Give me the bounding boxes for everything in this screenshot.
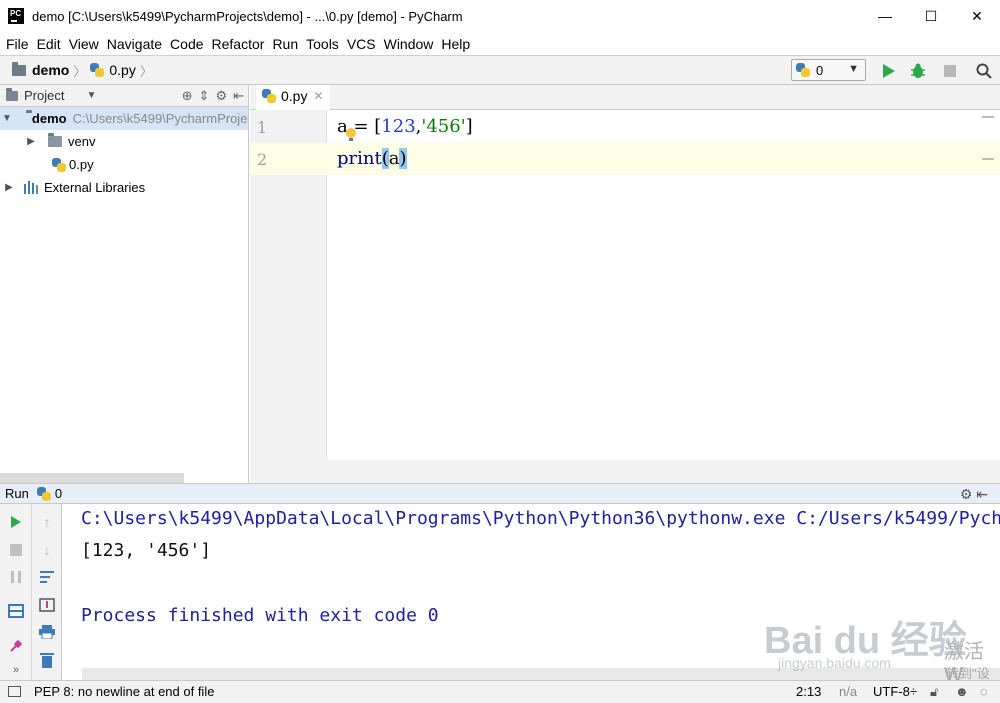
line-number: 2 bbox=[257, 150, 268, 169]
breadcrumb-project[interactable]: demo bbox=[12, 61, 69, 78]
status-bar: PEP 8: no newline at end of file 2:13 n/… bbox=[0, 680, 1000, 703]
lightbulb-icon[interactable] bbox=[345, 128, 356, 141]
editor-bottom-area bbox=[250, 460, 1000, 483]
run-toolbar-secondary: ↑ ↓ bbox=[32, 504, 62, 680]
chevron-right-icon: 〉 bbox=[73, 63, 87, 79]
tree-item-file[interactable]: 0.py bbox=[0, 153, 248, 176]
layout-icon[interactable] bbox=[6, 601, 26, 621]
library-icon bbox=[24, 181, 40, 194]
python-file-icon bbox=[52, 157, 66, 172]
inspector-icon[interactable]: ☻ bbox=[955, 684, 969, 699]
code-line-2[interactable]: print(a) bbox=[337, 148, 407, 169]
chevron-right-icon: 〉 bbox=[139, 63, 153, 79]
up-arrow-icon[interactable]: ↑ bbox=[37, 512, 57, 532]
tree-item-external-libraries[interactable]: ▶ External Libraries bbox=[0, 176, 248, 199]
scroll-to-end-icon[interactable] bbox=[37, 595, 57, 615]
file-encoding[interactable]: UTF-8÷ bbox=[873, 684, 917, 699]
error-stripe-marker[interactable] bbox=[982, 158, 994, 160]
pin-icon[interactable] bbox=[6, 636, 26, 656]
python-file-icon bbox=[90, 63, 105, 77]
project-view-icon bbox=[6, 87, 18, 101]
menu-help[interactable]: Help bbox=[437, 36, 474, 52]
project-panel: Project ▼ ⊕ ⇕ ⚙ ⇤ ▼ demo C:\Users\k5499\… bbox=[0, 85, 249, 483]
status-message: PEP 8: no newline at end of file bbox=[34, 684, 215, 699]
pause-icon[interactable] bbox=[6, 567, 26, 587]
menu-refactor[interactable]: Refactor bbox=[208, 36, 269, 52]
gear-icon[interactable]: ⚙ bbox=[215, 88, 227, 104]
menu-vcs[interactable]: VCS bbox=[343, 36, 380, 52]
editor-tab-bar: 0.py ✕ bbox=[250, 85, 1000, 110]
breadcrumb-file[interactable]: 0.py bbox=[90, 62, 136, 78]
pycharm-logo-icon: PC bbox=[8, 8, 24, 24]
hide-panel-icon[interactable]: ⇤ bbox=[233, 88, 244, 104]
stop-icon[interactable] bbox=[6, 540, 26, 560]
maximize-button[interactable]: ☐ bbox=[908, 0, 954, 32]
caret-position[interactable]: 2:13 bbox=[796, 684, 821, 699]
menu-view[interactable]: View bbox=[65, 36, 103, 52]
error-stripe-marker[interactable] bbox=[982, 116, 994, 118]
chevron-right-icon[interactable]: ▶ bbox=[24, 136, 38, 147]
run-icon[interactable] bbox=[879, 61, 899, 81]
window-title: demo [C:\Users\k5499\PycharmProjects\dem… bbox=[32, 8, 463, 24]
trash-icon[interactable] bbox=[37, 650, 57, 670]
tree-item-root[interactable]: ▼ demo C:\Users\k5499\PycharmProjects\de… bbox=[0, 107, 248, 130]
chevron-down-icon[interactable]: ▼ bbox=[2, 113, 12, 124]
code-line-1[interactable]: a = [123,'456'] bbox=[337, 116, 473, 137]
line-number: 1 bbox=[257, 118, 268, 137]
chevron-right-icon[interactable]: ▶ bbox=[2, 182, 16, 193]
close-tab-icon[interactable]: ✕ bbox=[313, 89, 323, 103]
menu-edit[interactable]: Edit bbox=[33, 36, 65, 52]
tab-0-py[interactable]: 0.py ✕ bbox=[256, 85, 330, 110]
run-panel-title: Run bbox=[5, 486, 29, 501]
code-editor[interactable]: 1 2 a = [123,'456'] print(a) bbox=[250, 110, 1000, 483]
tool-window-toggle-icon[interactable] bbox=[8, 686, 21, 697]
chevron-down-icon[interactable]: ▼ bbox=[86, 90, 96, 101]
project-panel-title[interactable]: Project bbox=[24, 88, 64, 103]
title-bar: PC demo [C:\Users\k5499\PycharmProjects\… bbox=[0, 0, 1000, 32]
folder-icon bbox=[48, 133, 62, 147]
debug-icon[interactable] bbox=[908, 61, 928, 81]
soft-wrap-icon[interactable] bbox=[37, 567, 57, 587]
line-separator[interactable]: n/a bbox=[839, 684, 857, 699]
menu-window[interactable]: Window bbox=[380, 36, 438, 52]
chevron-down-icon: ▼ bbox=[848, 63, 859, 75]
more-icon[interactable]: » bbox=[6, 660, 26, 680]
menu-run[interactable]: Run bbox=[268, 36, 302, 52]
collapse-all-icon[interactable]: ⇕ bbox=[199, 88, 210, 104]
python-file-icon bbox=[796, 63, 810, 77]
menu-bar: File Edit View Navigate Code Refactor Ru… bbox=[0, 32, 1000, 55]
notifications-icon[interactable]: ◌ bbox=[980, 684, 988, 699]
python-file-icon bbox=[36, 486, 51, 501]
menu-navigate[interactable]: Navigate bbox=[103, 36, 166, 52]
run-tab[interactable]: 0 bbox=[55, 486, 62, 501]
lock-icon[interactable]: 🔓︎ bbox=[930, 684, 938, 700]
menu-code[interactable]: Code bbox=[166, 36, 207, 52]
tree-item-venv[interactable]: ▶ venv bbox=[0, 130, 248, 153]
minimize-button[interactable]: — bbox=[862, 0, 908, 32]
console-line: [123, '456'] bbox=[81, 540, 212, 561]
console-line: C:\Users\k5499\AppData\Local\Programs\Py… bbox=[81, 508, 1000, 529]
baidu-watermark: Bai du 经验 jingyan.baidu.com 激活 W 转到"设 bbox=[764, 620, 990, 686]
locate-icon[interactable]: ⊕ bbox=[182, 88, 193, 104]
navigation-bar: demo 〉 0.py 〉 0 ▼ bbox=[0, 55, 1000, 85]
menu-file[interactable]: File bbox=[2, 36, 33, 52]
close-button[interactable]: ✕ bbox=[954, 0, 1000, 32]
python-file-icon bbox=[262, 89, 276, 103]
run-panel-header: Run 0 ⚙ ⇤ bbox=[0, 483, 1000, 504]
down-arrow-icon[interactable]: ↓ bbox=[37, 540, 57, 560]
search-icon[interactable] bbox=[974, 61, 994, 81]
horizontal-scrollbar[interactable] bbox=[0, 473, 184, 483]
console-line: Process finished with exit code 0 bbox=[81, 605, 439, 626]
folder-icon bbox=[12, 61, 26, 76]
print-icon[interactable] bbox=[37, 622, 57, 642]
project-panel-header: Project ▼ ⊕ ⇕ ⚙ ⇤ bbox=[0, 85, 248, 107]
menu-tools[interactable]: Tools bbox=[302, 36, 343, 52]
run-configuration-select[interactable]: 0 ▼ bbox=[791, 59, 866, 81]
rerun-icon[interactable] bbox=[6, 512, 26, 532]
run-toolbar: » bbox=[0, 504, 32, 680]
gear-icon[interactable]: ⚙ ⇤ bbox=[960, 486, 988, 503]
stop-icon[interactable] bbox=[940, 61, 960, 81]
